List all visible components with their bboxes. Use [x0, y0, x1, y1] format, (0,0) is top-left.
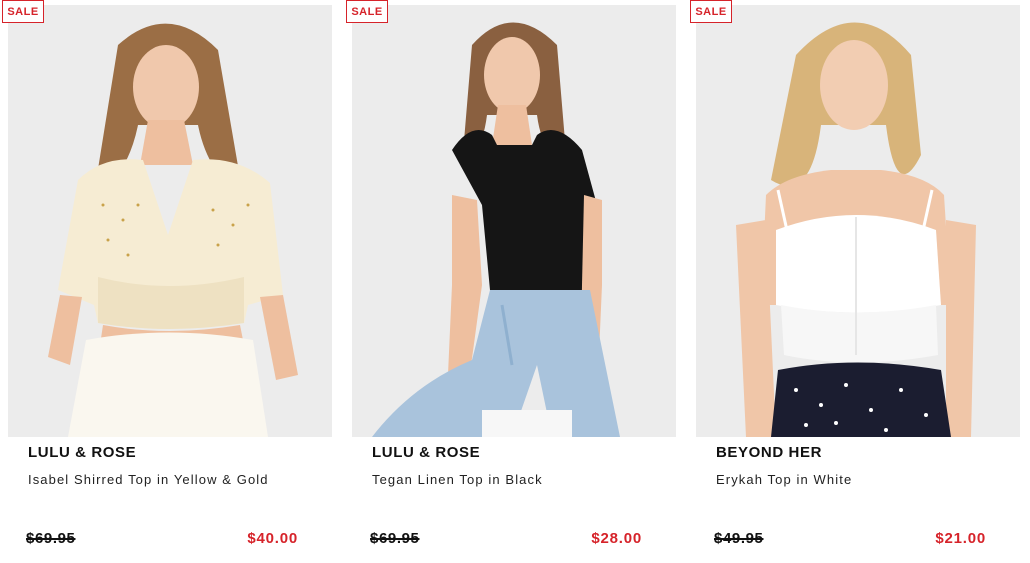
product-card[interactable]: SALE LULU & ROSE Isabel Shirred Top in Y… — [2, 0, 332, 563]
original-price: $49.95 — [714, 530, 764, 547]
original-price: $69.95 — [370, 530, 420, 547]
product-card[interactable]: SALE BEYOND HER Erykah Top in White $49.… — [690, 0, 1020, 563]
product-brand[interactable]: LULU & ROSE — [372, 444, 480, 461]
original-price: $69.95 — [26, 530, 76, 547]
product-brand[interactable]: BEYOND HER — [716, 444, 822, 461]
sale-price: $28.00 — [591, 530, 642, 547]
product-image[interactable] — [352, 5, 676, 437]
sale-badge: SALE — [690, 0, 732, 23]
product-image[interactable] — [8, 5, 332, 437]
sale-badge: SALE — [346, 0, 388, 23]
product-image[interactable] — [696, 5, 1020, 437]
model-photo — [8, 5, 332, 437]
sale-badge: SALE — [2, 0, 44, 23]
sale-price: $21.00 — [935, 530, 986, 547]
model-photo — [696, 5, 1020, 437]
product-brand[interactable]: LULU & ROSE — [28, 444, 136, 461]
model-photo — [352, 5, 676, 437]
product-card[interactable]: SALE LULU & ROSE Tegan Linen Top in Blac… — [346, 0, 676, 563]
product-name[interactable]: Erykah Top in White — [716, 472, 852, 487]
product-name[interactable]: Isabel Shirred Top in Yellow & Gold — [28, 472, 269, 487]
sale-price: $40.00 — [247, 530, 298, 547]
product-name[interactable]: Tegan Linen Top in Black — [372, 472, 543, 487]
